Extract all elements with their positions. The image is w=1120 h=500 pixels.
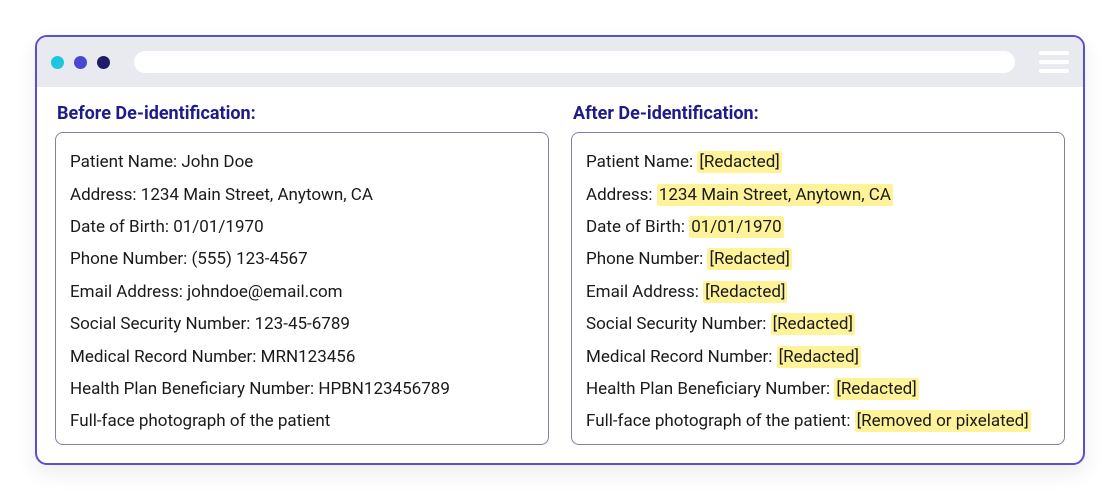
field-label: Health Plan Beneficiary Number: (70, 379, 318, 399)
field-value: 1234 Main Street, Anytown, CA (141, 185, 373, 205)
field-label: Address: (70, 185, 141, 205)
field-label: Date of Birth: (586, 217, 689, 237)
field-value: MRN123456 (261, 347, 356, 367)
field-value: johndoe@email.com (187, 282, 343, 302)
before-row-2: Date of Birth: 01/01/1970 (70, 217, 534, 237)
field-value-highlighted: [Redacted] (771, 313, 855, 335)
hamburger-menu-icon[interactable] (1039, 51, 1069, 73)
field-label: Patient Name: (70, 152, 181, 172)
content-area: Before De-identification: Patient Name: … (37, 87, 1083, 463)
field-value-highlighted: 1234 Main Street, Anytown, CA (657, 184, 893, 206)
field-label: Social Security Number: (586, 314, 771, 334)
after-row-1: Address: 1234 Main Street, Anytown, CA (586, 185, 1050, 205)
field-label: Phone Number: (586, 249, 707, 269)
field-value-highlighted: [Redacted] (707, 248, 791, 270)
field-label: Date of Birth: (70, 217, 173, 237)
field-value-highlighted: [Redacted] (703, 281, 787, 303)
field-label: Medical Record Number: (70, 347, 261, 367)
before-row-1: Address: 1234 Main Street, Anytown, CA (70, 185, 534, 205)
before-heading: Before De-identification: (57, 103, 549, 124)
title-bar (37, 37, 1083, 87)
before-column: Before De-identification: Patient Name: … (55, 103, 549, 445)
before-row-5: Social Security Number: 123-45-6789 (70, 314, 534, 334)
before-row-7: Health Plan Beneficiary Number: HPBN1234… (70, 379, 534, 399)
field-label: Email Address: (70, 282, 187, 302)
browser-window: Before De-identification: Patient Name: … (35, 35, 1085, 465)
after-row-6: Medical Record Number: [Redacted] (586, 347, 1050, 367)
before-row-8: Full-face photograph of the patient (70, 411, 534, 431)
after-heading: After De-identification: (573, 103, 1065, 124)
before-row-0: Patient Name: John Doe (70, 152, 534, 172)
before-row-4: Email Address: johndoe@email.com (70, 282, 534, 302)
before-panel: Patient Name: John Doe Address: 1234 Mai… (55, 132, 549, 445)
field-value: John Doe (181, 152, 253, 172)
field-value-highlighted: [Redacted] (697, 151, 781, 173)
field-value: 123-45-6789 (255, 314, 350, 334)
after-row-4: Email Address: [Redacted] (586, 282, 1050, 302)
window-dot-3 (97, 56, 110, 69)
field-label: Medical Record Number: (586, 347, 777, 367)
url-bar[interactable] (134, 51, 1015, 73)
field-value-highlighted: 01/01/1970 (689, 216, 783, 238)
field-value: HPBN123456789 (318, 379, 450, 399)
after-row-8: Full-face photograph of the patient: [Re… (586, 411, 1050, 431)
field-label: Full-face photograph of the patient: (586, 411, 855, 431)
before-row-6: Medical Record Number: MRN123456 (70, 347, 534, 367)
field-label: Address: (586, 185, 657, 205)
field-value: (555) 123-4567 (191, 249, 307, 269)
after-row-5: Social Security Number: [Redacted] (586, 314, 1050, 334)
field-label: Email Address: (586, 282, 703, 302)
after-row-7: Health Plan Beneficiary Number: [Redacte… (586, 379, 1050, 399)
window-dot-1 (51, 56, 64, 69)
field-value-highlighted: [Removed or pixelated] (855, 410, 1031, 432)
after-row-3: Phone Number: [Redacted] (586, 249, 1050, 269)
window-dot-2 (74, 56, 87, 69)
after-row-2: Date of Birth: 01/01/1970 (586, 217, 1050, 237)
after-column: After De-identification: Patient Name: [… (571, 103, 1065, 445)
field-label: Phone Number: (70, 249, 191, 269)
after-row-0: Patient Name: [Redacted] (586, 152, 1050, 172)
field-value-highlighted: [Redacted] (777, 346, 861, 368)
field-value: 01/01/1970 (173, 217, 263, 237)
field-label: Full-face photograph of the patient (70, 411, 330, 431)
field-label: Patient Name: (586, 152, 697, 172)
field-value-highlighted: [Redacted] (834, 378, 918, 400)
field-label: Health Plan Beneficiary Number: (586, 379, 834, 399)
field-label: Social Security Number: (70, 314, 255, 334)
after-panel: Patient Name: [Redacted] Address: 1234 M… (571, 132, 1065, 445)
before-row-3: Phone Number: (555) 123-4567 (70, 249, 534, 269)
